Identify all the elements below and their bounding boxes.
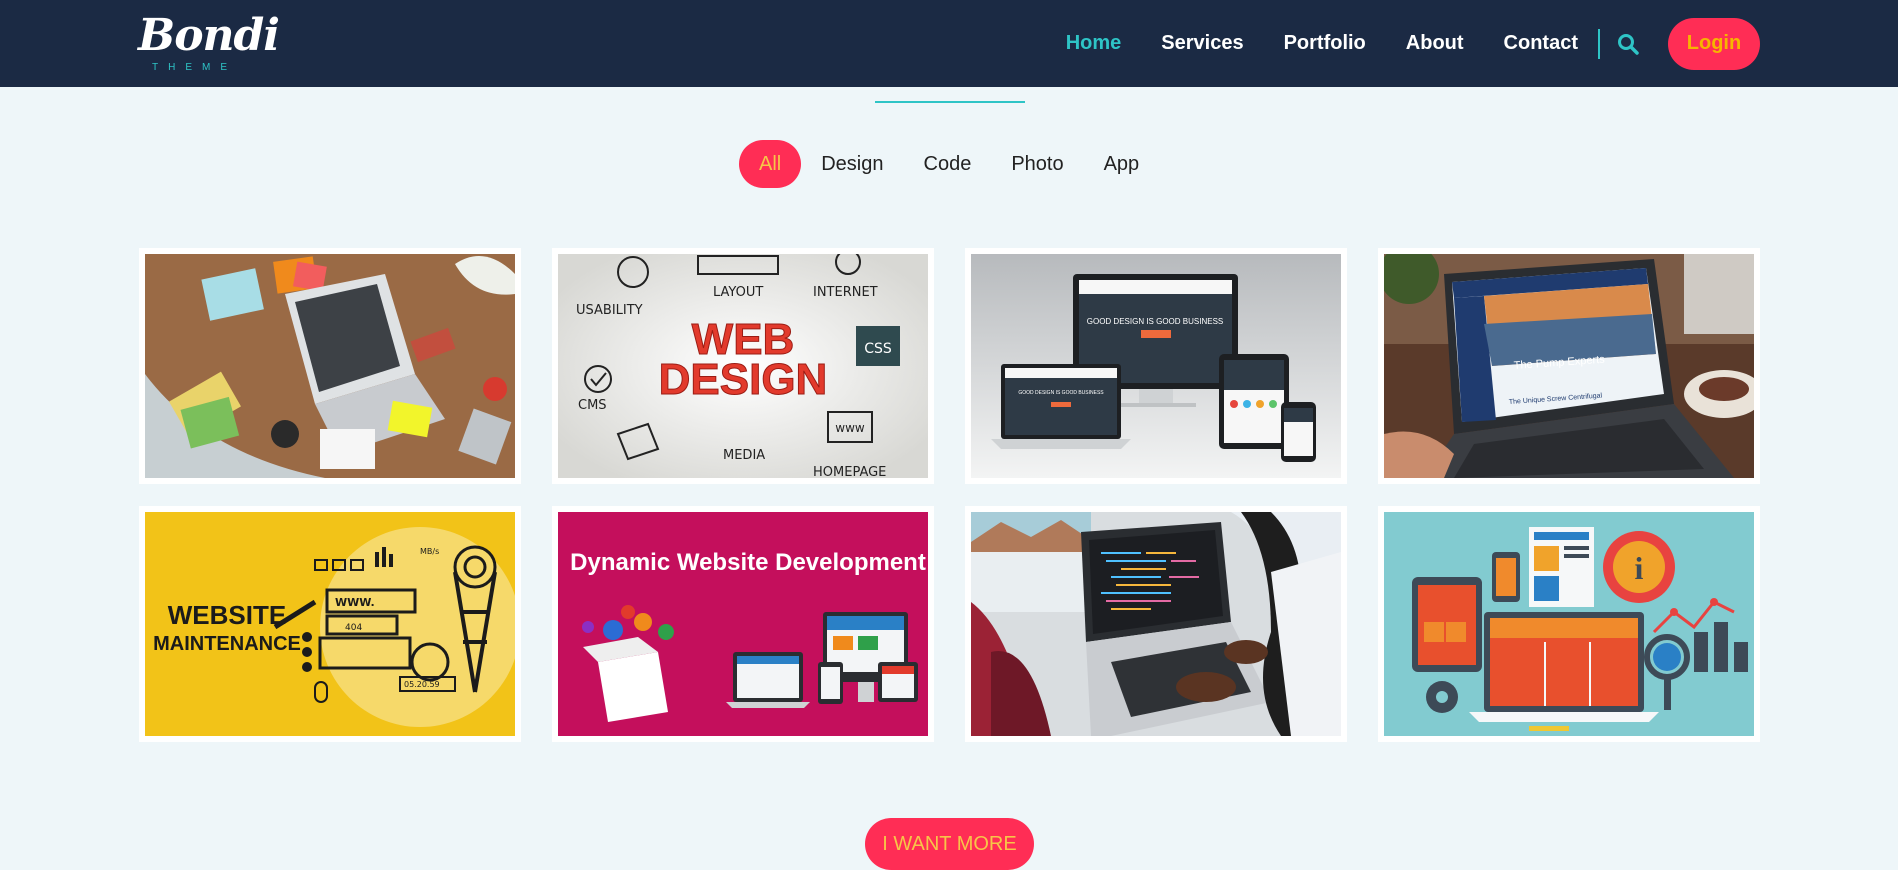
responsive-headline-small: GOOD DESIGN IS GOOD BUSINESS	[1018, 390, 1104, 396]
nav-item-services[interactable]: Services	[1161, 32, 1243, 55]
portfolio-image-dynamic-dev: Dynamic Website Development	[558, 512, 928, 736]
nav-item-home[interactable]: Home	[1066, 32, 1122, 55]
maintenance-time: 05.20.59	[404, 680, 440, 689]
nav-divider	[1598, 28, 1600, 59]
web-design-word-internet: INTERNET	[813, 285, 878, 300]
portfolio-item[interactable]: GOOD DESIGN IS GOOD BUSINESS GOOD DESIGN…	[965, 248, 1347, 484]
web-design-word-layout: LAYOUT	[713, 285, 763, 300]
web-design-word-usability: USABILITY	[576, 303, 643, 318]
portfolio-item[interactable]: WEBSITE MAINTENANCE WWW. 404 05.20.59 MB…	[139, 506, 521, 742]
search-icon	[1618, 33, 1639, 55]
filter-code[interactable]: Code	[904, 140, 992, 188]
portfolio-item[interactable]: Dynamic Website Development	[552, 506, 934, 742]
portfolio-image-coding	[971, 512, 1341, 736]
portfolio-image-analytics: i	[1384, 512, 1754, 736]
maintenance-url: WWW.	[335, 596, 375, 609]
login-button[interactable]: Login	[1668, 17, 1760, 70]
filter-app[interactable]: App	[1084, 140, 1160, 188]
analytics-info-glyph: i	[1635, 550, 1644, 586]
top-navbar: Bondi THEME Home Services Portfolio Abou…	[0, 0, 1898, 87]
filter-all[interactable]: All	[739, 140, 802, 188]
web-design-word-cms: CMS	[578, 398, 607, 413]
portfolio-filter-bar: All Design Code Photo App	[739, 140, 1159, 188]
portfolio-image-web-design: WEB DESIGN USABILITY LAYOUT INTERNET CSS…	[558, 254, 928, 478]
nav-item-contact[interactable]: Contact	[1504, 32, 1578, 55]
portfolio-item[interactable]	[139, 248, 521, 484]
portfolio-image-workspace	[145, 254, 515, 478]
nav-item-about[interactable]: About	[1406, 32, 1464, 55]
maintenance-code: 404	[345, 623, 362, 633]
portfolio-item[interactable]	[965, 506, 1347, 742]
portfolio-item[interactable]: The Pump Experts The Unique Screw Centri…	[1378, 248, 1760, 484]
maintenance-rate: MB/s	[420, 547, 439, 556]
portfolio-image-laptop-cafe: The Pump Experts The Unique Screw Centri…	[1384, 254, 1754, 478]
filter-photo[interactable]: Photo	[991, 140, 1083, 188]
i-want-more-button[interactable]: I WANT MORE	[865, 818, 1034, 870]
portfolio-image-responsive: GOOD DESIGN IS GOOD BUSINESS GOOD DESIGN…	[971, 254, 1341, 478]
web-design-word-css: CSS	[864, 341, 892, 357]
web-design-word-design: DESIGN	[659, 355, 828, 404]
nav-item-portfolio[interactable]: Portfolio	[1284, 32, 1366, 55]
brand-tagline: THEME	[152, 62, 237, 73]
filter-design[interactable]: Design	[801, 140, 903, 188]
section-accent-line	[875, 101, 1025, 103]
portfolio-grid: WEB DESIGN USABILITY LAYOUT INTERNET CSS…	[139, 248, 1760, 742]
web-design-word-homepage: HOMEPAGE	[813, 465, 886, 478]
responsive-headline: GOOD DESIGN IS GOOD BUSINESS	[1087, 317, 1223, 326]
web-design-word-www: www	[835, 421, 865, 435]
portfolio-item[interactable]: WEB DESIGN USABILITY LAYOUT INTERNET CSS…	[552, 248, 934, 484]
portfolio-item[interactable]: i	[1378, 506, 1760, 742]
main-nav: Home Services Portfolio About Contact Lo…	[1026, 0, 1760, 87]
maintenance-line1: WEBSITE	[168, 600, 286, 630]
maintenance-line2: MAINTENANCE	[153, 633, 301, 655]
web-design-word-media: MEDIA	[723, 448, 765, 463]
dynamic-dev-headline: Dynamic Website Development	[570, 549, 926, 576]
portfolio-image-maintenance: WEBSITE MAINTENANCE WWW. 404 05.20.59 MB…	[145, 512, 515, 736]
brand-name: Bondi	[138, 10, 280, 61]
search-button[interactable]	[1614, 30, 1642, 58]
brand-logo[interactable]: Bondi THEME	[138, 12, 280, 74]
